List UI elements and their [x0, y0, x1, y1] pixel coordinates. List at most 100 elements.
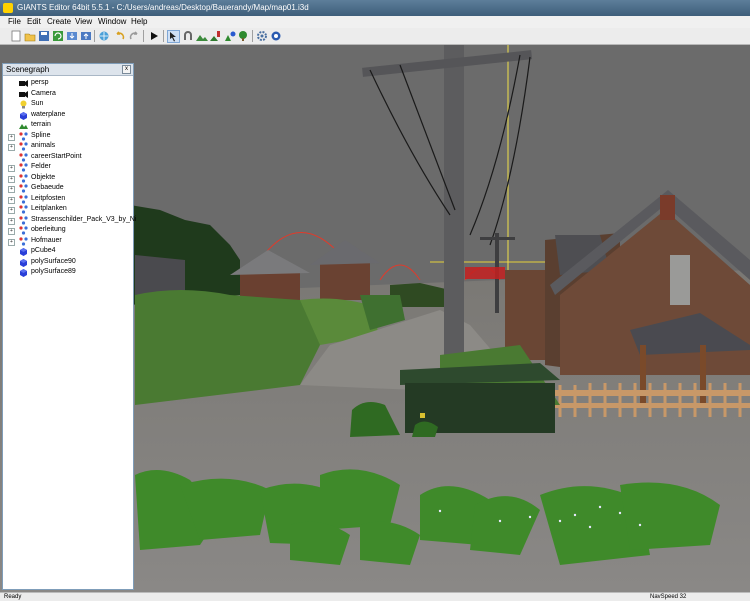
scenegraph-node-label: Leitpfosten: [31, 194, 66, 202]
toolbar-separator: [252, 30, 253, 42]
scenegraph-node-label: animals: [31, 142, 56, 149]
scenegraph-node[interactable]: persp: [3, 78, 133, 89]
scenegraph-node-label: Gebaeude: [31, 184, 64, 191]
select-icon[interactable]: [167, 30, 180, 43]
expand-icon[interactable]: +: [8, 165, 15, 172]
transform-group-icon: [19, 142, 28, 151]
scenegraph-node-label: Sun: [31, 100, 44, 107]
expand-icon[interactable]: +: [8, 196, 15, 204]
scenegraph-panel: Scenegraph x persp Camera Sun waterplane ter…: [2, 63, 137, 590]
scenegraph-tree: persp Camera Sun waterplane terrain + Spline + a…: [3, 78, 137, 278]
expand-icon[interactable]: +: [8, 217, 15, 225]
scenegraph-node[interactable]: + Leitpfosten: [3, 194, 133, 205]
transform-group-icon: [19, 194, 28, 204]
scenegraph-node-label: polySurface89: [31, 268, 76, 275]
terrain-icon: [19, 121, 28, 130]
nav-icon[interactable]: [270, 30, 282, 42]
scenegraph-node[interactable]: + Leitplanken: [3, 204, 133, 215]
transform-group-icon: [19, 215, 28, 225]
toolbar-separator: [163, 30, 164, 42]
import-icon[interactable]: [66, 30, 78, 42]
new-file-icon[interactable]: [10, 30, 22, 42]
scenegraph-header: Scenegraph x: [3, 64, 133, 76]
save-icon[interactable]: [38, 30, 50, 42]
scenegraph-node-label: Hofmauer: [31, 236, 62, 244]
transform-group-icon: [19, 205, 28, 214]
menu-create[interactable]: Create: [47, 16, 71, 28]
magnet-icon[interactable]: [182, 30, 194, 42]
scenegraph-node[interactable]: + Hofmauer: [3, 236, 133, 247]
scenegraph-node[interactable]: Camera: [3, 89, 133, 100]
transform-group-icon: [19, 163, 28, 172]
scenegraph-node[interactable]: + Gebaeude: [3, 183, 133, 194]
menu-bar: File Edit Create View Window Help: [0, 16, 750, 28]
expand-icon[interactable]: +: [8, 175, 15, 183]
camera-icon: [19, 79, 28, 88]
close-icon[interactable]: x: [122, 65, 131, 74]
scenegraph-node[interactable]: Sun: [3, 99, 133, 110]
scenegraph-node[interactable]: + oberleitung: [3, 225, 133, 236]
transform-group-icon: [19, 173, 28, 183]
window-title: GIANTS Editor 64bit 5.5.1 - C:/Users/and…: [17, 3, 309, 12]
shape-icon: [19, 268, 28, 277]
terrain-paint-icon[interactable]: [210, 30, 222, 42]
scenegraph-node-label: Spline: [31, 131, 51, 139]
expand-icon[interactable]: +: [8, 186, 15, 193]
scenegraph-node-label: pCube4: [31, 247, 56, 254]
menu-edit[interactable]: Edit: [27, 16, 41, 28]
scenegraph-node-label: Camera: [31, 89, 56, 97]
terrain-sculpt-icon[interactable]: [196, 30, 208, 42]
scenegraph-node[interactable]: polySurface89: [3, 267, 133, 278]
expand-icon[interactable]: +: [8, 144, 15, 151]
scenegraph-node[interactable]: + animals: [3, 141, 133, 152]
scenegraph-node-label: persp: [31, 79, 49, 86]
camera-icon: [19, 90, 28, 99]
open-folder-icon[interactable]: [24, 30, 36, 42]
foliage-paint-icon[interactable]: [224, 30, 236, 42]
menu-file[interactable]: File: [8, 16, 21, 28]
undo-icon[interactable]: [114, 30, 126, 42]
scenegraph-node[interactable]: + Strassenschilder_Pack_V3_by_Ni: [3, 215, 137, 226]
light-icon: [19, 100, 28, 109]
redo-icon[interactable]: [128, 30, 140, 42]
play-icon[interactable]: [148, 30, 160, 42]
menu-view[interactable]: View: [75, 16, 92, 28]
scenegraph-node-label: careerStartPoint: [31, 152, 82, 160]
scenegraph-node[interactable]: pCube4: [3, 246, 133, 257]
expand-icon[interactable]: +: [8, 228, 15, 235]
scenegraph-node-label: polySurface90: [31, 257, 76, 265]
scenegraph-node[interactable]: + Objekte: [3, 173, 133, 184]
scenegraph-node[interactable]: + Spline: [3, 131, 133, 142]
shape-icon: [19, 258, 28, 267]
scenegraph-node-label: terrain: [31, 121, 51, 128]
expand-icon[interactable]: +: [8, 207, 15, 214]
transform-group-icon: [19, 236, 28, 246]
expand-icon[interactable]: +: [8, 238, 15, 246]
tree-icon[interactable]: [238, 30, 250, 42]
scenegraph-node-label: Strassenschilder_Pack_V3_by_Ni: [31, 215, 137, 223]
scenegraph-node[interactable]: polySurface90: [3, 257, 133, 268]
toolbar-separator: [143, 30, 144, 42]
expand-icon[interactable]: +: [8, 133, 15, 141]
export-icon[interactable]: [80, 30, 92, 42]
scenegraph-node-label: Objekte: [31, 173, 56, 181]
scenegraph-node[interactable]: waterplane: [3, 110, 133, 121]
scenegraph-node[interactable]: careerStartPoint: [3, 152, 133, 163]
scenegraph-node-label: oberleitung: [31, 226, 66, 233]
menu-window[interactable]: Window: [98, 16, 126, 28]
scenegraph-node[interactable]: + Felder: [3, 162, 133, 173]
transform-group-icon: [19, 131, 28, 141]
menu-help[interactable]: Help: [131, 16, 147, 28]
app-icon: [3, 3, 13, 13]
shape-icon: [19, 247, 28, 256]
toolbar-separator: [94, 30, 95, 42]
refresh-icon[interactable]: [52, 30, 64, 42]
scenegraph-node[interactable]: terrain: [3, 120, 133, 131]
settings-icon[interactable]: [256, 30, 268, 42]
network-icon[interactable]: [98, 30, 110, 42]
transform-group-icon: [19, 226, 28, 235]
scenegraph-title: Scenegraph: [6, 65, 50, 74]
transform-group-icon: [19, 152, 28, 162]
shape-icon: [19, 111, 28, 120]
toolbar: [0, 28, 750, 45]
